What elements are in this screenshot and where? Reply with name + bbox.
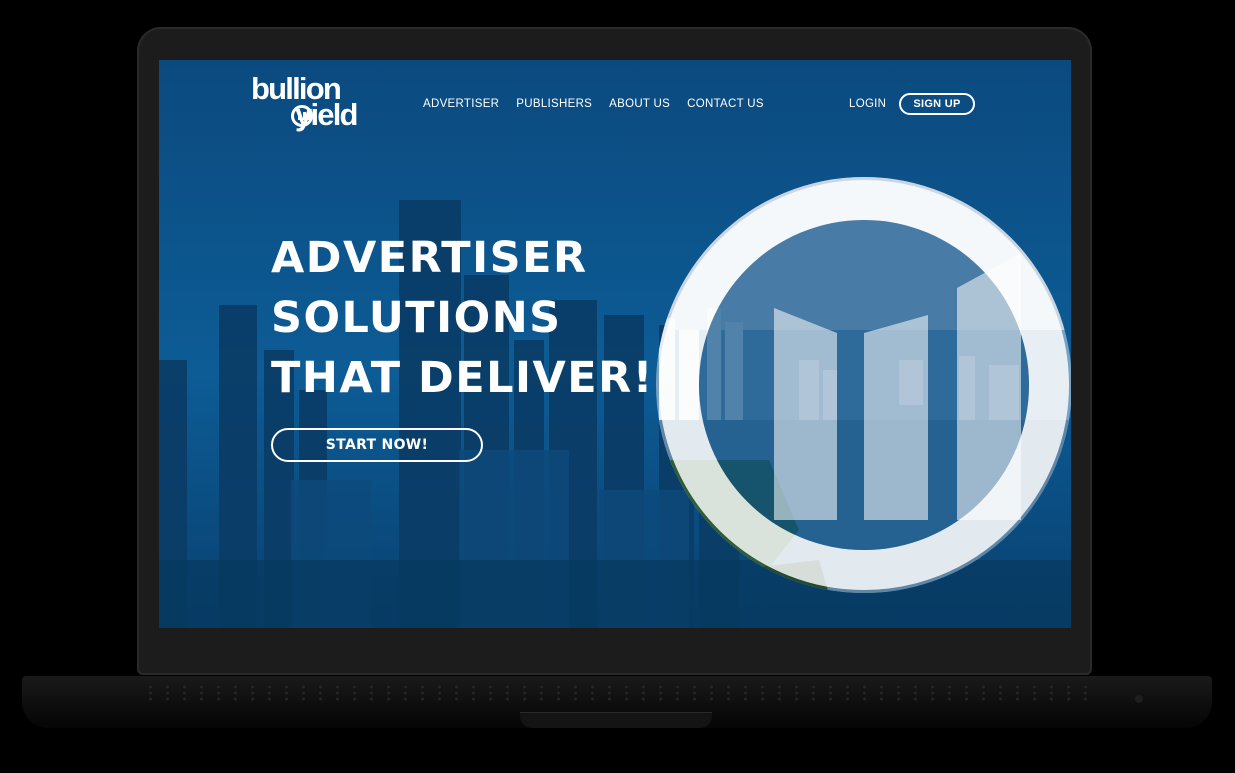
indicator-light <box>1135 695 1143 703</box>
headline-line-1: ADVERTISER <box>271 233 588 283</box>
login-link[interactable]: LOGIN <box>849 98 886 110</box>
nav-publishers[interactable]: PUBLISHERS <box>516 98 592 110</box>
nav-contact-us[interactable]: CONTACT US <box>687 98 764 110</box>
logo-text-bottom: yield <box>295 97 358 132</box>
website-screen: bullion yield ADVERTISER PUBLISHERS ABOU… <box>159 60 1071 628</box>
lid-notch <box>520 712 712 728</box>
start-now-button[interactable]: START NOW! <box>271 428 483 462</box>
headline-line-2: SOLUTIONS <box>271 293 562 343</box>
nav-about-us[interactable]: ABOUT US <box>609 98 670 110</box>
headline-line-3: THAT DELIVER! <box>271 353 654 403</box>
laptop-base <box>22 676 1212 728</box>
nav-advertiser[interactable]: ADVERTISER <box>423 98 499 110</box>
bullion-yield-logo[interactable]: bullion yield <box>251 73 391 134</box>
brand-circle-mark <box>659 180 1069 590</box>
main-navigation: ADVERTISER PUBLISHERS ABOUT US CONTACT U… <box>423 98 764 110</box>
keyboard-edge <box>142 684 1092 702</box>
sign-up-button[interactable]: SIGN UP <box>899 93 975 115</box>
hero-headline: ADVERTISER SOLUTIONS THAT DELIVER! <box>271 228 654 408</box>
